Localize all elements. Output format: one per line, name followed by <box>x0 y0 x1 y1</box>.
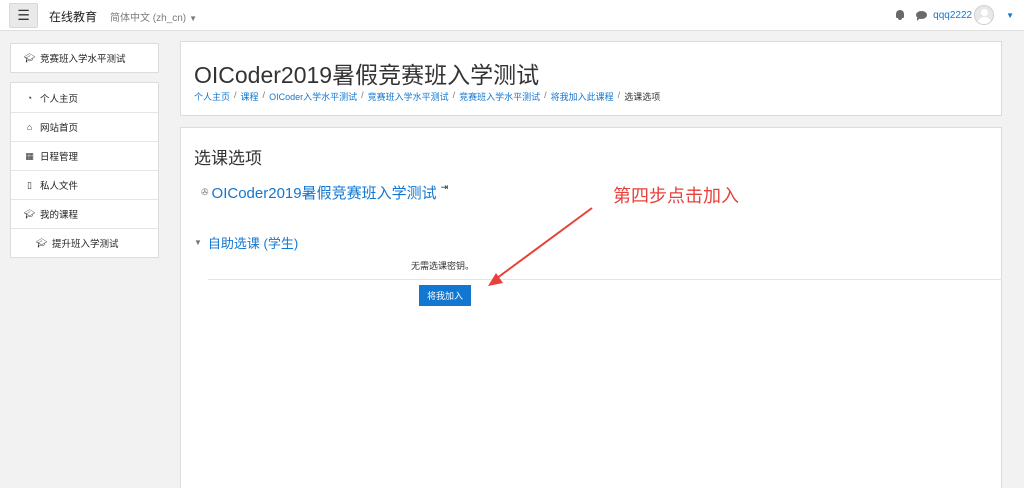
breadcrumb-separator: / <box>452 90 456 100</box>
home-icon: ⌂ <box>26 122 33 132</box>
top-navbar: ☰ 在线教育 简体中文 (zh_cn) ▼ qqq2222 ▼ <box>0 0 1024 31</box>
course-network-icon: ✇ <box>201 187 209 197</box>
sidebar-item-private-files[interactable]: ▯ 私人文件 <box>11 170 158 199</box>
user-menu-caret-icon[interactable]: ▼ <box>1006 11 1014 20</box>
user-avatar[interactable] <box>974 5 995 25</box>
dashboard-icon: ◔ <box>26 92 33 103</box>
breadcrumb-enrol-me[interactable]: 将我加入此课程 <box>551 90 614 103</box>
sidebar-item-current-course[interactable]: 🎓︎ 竞赛班入学水平测试 <box>11 44 158 72</box>
sidebar-item-course-upgrade-test[interactable]: 🎓︎ 提升班入学测试 <box>11 228 158 257</box>
sidebar-item-calendar[interactable]: ▦ 日程管理 <box>11 141 158 170</box>
breadcrumb-separator: / <box>262 90 266 100</box>
sidebar-item-label: 私人文件 <box>40 181 79 192</box>
main-content: 选课选项 ✇ OICoder2019暑假竞赛班入学测试 ⇥ ▼ 自助选课 (学生… <box>180 127 1002 488</box>
language-menu[interactable]: 简体中文 (zh_cn) ▼ <box>110 9 197 24</box>
sidebar-item-label: 提升班入学测试 <box>52 239 119 250</box>
breadcrumb: 个人主页 / 课程 / OICoder入学水平测试 / 竞赛班入学水平测试 / 竞赛班入… <box>194 90 660 103</box>
sidebar-item-label: 网站首页 <box>40 123 79 134</box>
username-link[interactable]: qqq2222 <box>933 10 972 21</box>
page-header: OICoder2019暑假竞赛班入学测试 个人主页 / 课程 / OICoder入学… <box>180 41 1002 116</box>
site-name-link[interactable]: 在线教育 <box>49 8 97 25</box>
breadcrumb-separator: / <box>234 90 237 100</box>
notification-bell-icon[interactable] <box>895 10 905 20</box>
sidebar-item-label: 日程管理 <box>40 152 79 163</box>
language-label: 简体中文 (zh_cn) <box>110 13 187 24</box>
user-nav: qqq2222 ▼ <box>895 4 1014 26</box>
message-bubble-icon[interactable] <box>916 11 928 21</box>
sidebar-course-block: 🎓︎ 竞赛班入学水平测试 <box>10 43 159 73</box>
annotation-text: 第四步点击加入 <box>613 186 739 207</box>
graduation-cap-icon: 🎓︎ <box>23 52 36 63</box>
breadcrumb-courses[interactable]: 课程 <box>241 90 259 103</box>
calendar-icon: ▦ <box>25 150 34 161</box>
course-name-link[interactable]: OICoder2019暑假竞赛班入学测试 <box>212 182 437 203</box>
caret-down-icon: ▼ <box>189 14 198 23</box>
sidebar-item-home[interactable]: ⌂ 网站首页 <box>11 112 158 141</box>
breadcrumb-category[interactable]: OICoder入学水平测试 <box>269 90 357 103</box>
graduation-cap-icon: 🎓︎ <box>23 208 36 219</box>
course-link: ✇ OICoder2019暑假竞赛班入学测试 ⇥ <box>201 182 448 203</box>
no-enrolment-key-text: 无需选课密钥。 <box>411 261 475 271</box>
graduation-cap-icon: 🎓︎ <box>35 237 48 248</box>
sidebar-item-label: 我的课程 <box>40 210 79 221</box>
collapse-caret-icon[interactable]: ▼ <box>194 238 202 247</box>
file-icon: ▯ <box>27 179 32 190</box>
enrol-method-header[interactable]: ▼ 自助选课 (学生) <box>194 233 298 252</box>
divider <box>208 279 1002 280</box>
breadcrumb-separator: / <box>617 90 621 100</box>
breadcrumb-dashboard[interactable]: 个人主页 <box>194 90 230 103</box>
hamburger-icon: ☰ <box>17 7 30 23</box>
sidebar-item-my-courses[interactable]: 🎓︎ 我的课程 <box>11 199 158 228</box>
sidebar-item-label: 竞赛班入学水平测试 <box>40 54 126 65</box>
breadcrumb-separator: / <box>544 90 547 100</box>
menu-toggle-button[interactable]: ☰ <box>9 3 38 28</box>
breadcrumb-current: 选课选项 <box>624 92 661 102</box>
page-title: OICoder2019暑假竞赛班入学测试 <box>194 62 540 88</box>
breadcrumb-separator: / <box>361 90 364 100</box>
sidebar-nav-block: ◔ 个人主页 ⌂ 网站首页 ▦ 日程管理 ▯ 私人文件 🎓︎ 我的课程 🎓︎ 提… <box>10 82 159 258</box>
section-title: 选课选项 <box>194 149 262 168</box>
sidebar-item-dashboard[interactable]: ◔ 个人主页 <box>11 83 158 112</box>
enrol-me-button[interactable]: 将我加入 <box>419 285 471 306</box>
breadcrumb-subcategory[interactable]: 竞赛班入学水平测试 <box>368 90 449 103</box>
sidebar-item-label: 个人主页 <box>40 93 79 105</box>
sign-in-icon: ⇥ <box>440 182 449 192</box>
breadcrumb-course[interactable]: 竞赛班入学水平测试 <box>459 90 540 103</box>
enrol-method-title[interactable]: 自助选课 (学生) <box>208 233 298 252</box>
